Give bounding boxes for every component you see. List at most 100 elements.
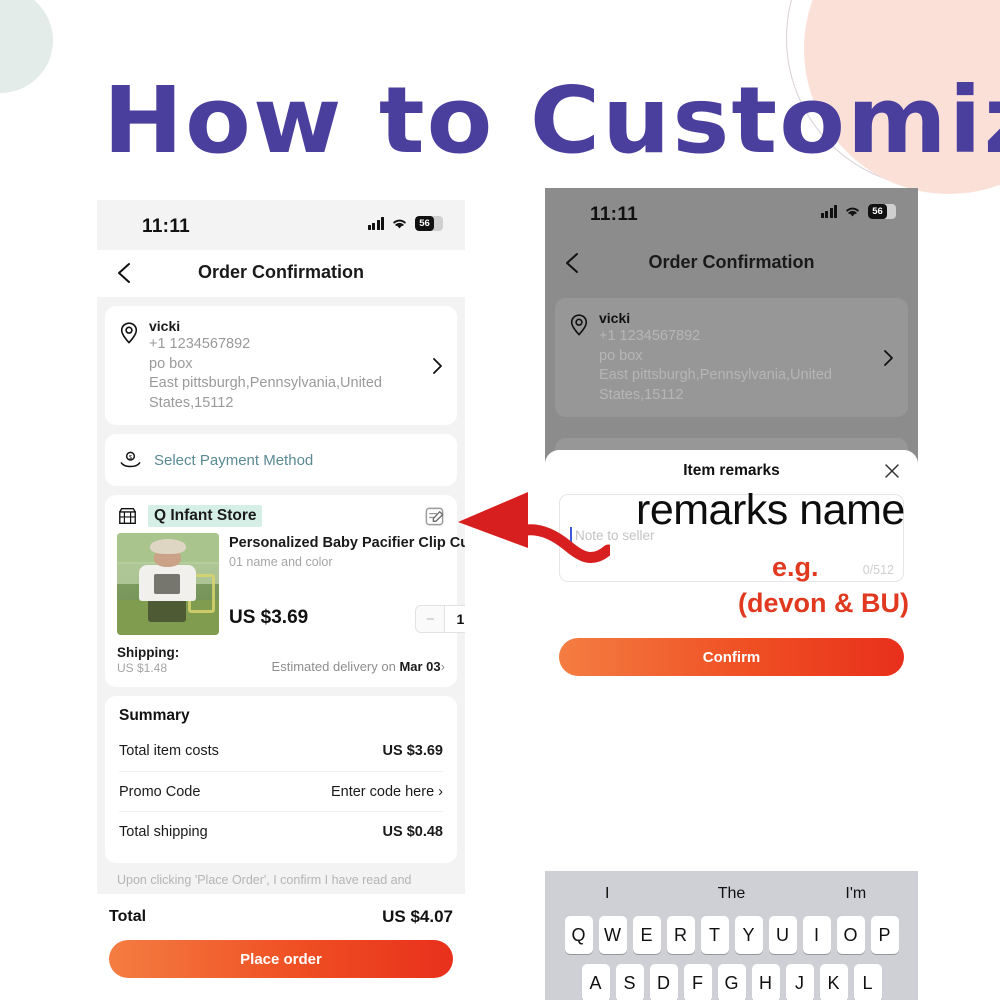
- address-card[interactable]: vicki +1 1234567892 po box East pittsbur…: [105, 306, 457, 425]
- key-o[interactable]: O: [836, 916, 865, 954]
- annotation-example-text: (devon & BU): [738, 588, 909, 618]
- status-time: 11:11: [590, 204, 638, 225]
- store-name: Q Infant Store: [148, 505, 263, 527]
- status-bar: 11:11 56: [545, 188, 918, 240]
- wifi-icon: [846, 207, 859, 217]
- shipping-eta-prefix: Estimated delivery on: [271, 659, 400, 674]
- summary-label: Promo Code: [119, 783, 201, 800]
- place-order-button[interactable]: Place order: [109, 940, 453, 978]
- footer-total-label: Total: [109, 908, 147, 925]
- location-pin-icon: [570, 314, 588, 336]
- address-name: vicki: [599, 310, 631, 326]
- product-variant: 01 name and color: [229, 555, 333, 569]
- address-name: vicki: [149, 318, 181, 334]
- summary-value: US $3.69: [382, 743, 443, 759]
- address-line3: States,15112: [599, 386, 684, 403]
- character-counter: 0/512: [862, 563, 894, 577]
- battery-icon: 56: [415, 216, 443, 231]
- order-scroll-area: vicki +1 1234567892 po box East pittsbur…: [97, 306, 465, 894]
- status-time: 11:11: [142, 216, 190, 237]
- summary-row-item-costs: Total item costs US $3.69: [119, 731, 443, 771]
- nav-bar: Order Confirmation: [97, 250, 465, 297]
- summary-row-promo-code[interactable]: Promo Code Enter code here ›: [119, 771, 443, 811]
- confirm-button[interactable]: Confirm: [559, 638, 904, 676]
- product-price: US $3.69: [229, 607, 309, 628]
- key-t[interactable]: T: [700, 916, 729, 954]
- chevron-right-icon: [884, 349, 893, 366]
- key-g[interactable]: G: [717, 964, 746, 1000]
- location-pin-icon: [120, 322, 138, 344]
- wifi-icon: [393, 219, 406, 229]
- key-u[interactable]: U: [768, 916, 797, 954]
- shipping-eta-chevron: ›: [440, 659, 445, 674]
- footer-total-value: US $4.07: [382, 907, 453, 926]
- store-product-card: Q Infant Store Personalized Baby Pacifie…: [105, 495, 465, 687]
- address-line1: po box: [599, 347, 643, 364]
- red-wavy-arrow-icon: [458, 492, 610, 563]
- key-y[interactable]: Y: [734, 916, 763, 954]
- address-card[interactable]: vicki +1 1234567892 po box East pittsbur…: [555, 298, 908, 417]
- summary-heading: Summary: [119, 707, 190, 724]
- order-disclaimer: Upon clicking 'Place Order', I confirm I…: [117, 873, 412, 887]
- signal-bars-icon: [820, 205, 837, 218]
- battery-icon: 56: [868, 204, 896, 219]
- annotation-remarks-name: remarks name: [636, 486, 905, 534]
- key-q[interactable]: Q: [564, 916, 593, 954]
- sheet-title: Item remarks: [683, 462, 780, 479]
- nav-bar: Order Confirmation: [545, 240, 918, 288]
- shipping-eta[interactable]: Estimated delivery on Mar 03›: [272, 659, 445, 675]
- status-icons: 56: [367, 216, 443, 231]
- summary-label: Total item costs: [119, 743, 219, 759]
- page-header-title: Order Confirmation: [648, 252, 815, 272]
- onscreen-keyboard: I The I'm Q W E R T Y U I O P A S D F G …: [545, 871, 918, 1000]
- confirm-button-wrapper: Confirm: [559, 630, 904, 676]
- key-h[interactable]: H: [751, 964, 780, 1000]
- sheet-header: Item remarks: [559, 462, 904, 488]
- prediction-2[interactable]: The: [669, 885, 793, 903]
- shipping-label: Shipping:: [117, 645, 180, 660]
- address-phone: +1 1234567892: [599, 328, 701, 344]
- key-w[interactable]: W: [598, 916, 627, 954]
- prediction-1[interactable]: I: [545, 885, 669, 903]
- status-icons: 56: [820, 204, 896, 219]
- quantity-decrease-button[interactable]: −: [416, 606, 444, 632]
- page-header-title: Order Confirmation: [197, 262, 364, 282]
- back-arrow-icon[interactable]: [559, 248, 589, 278]
- back-arrow-icon[interactable]: [111, 258, 141, 288]
- key-p[interactable]: P: [870, 916, 899, 954]
- key-d[interactable]: D: [649, 964, 678, 1000]
- quantity-value: 1: [444, 606, 465, 632]
- product-title: Personalized Baby Pacifier Clip Custo…: [229, 535, 465, 551]
- key-i[interactable]: I: [802, 916, 831, 954]
- shipping-eta-date: Mar 03: [399, 659, 441, 674]
- address-phone: +1 1234567892: [149, 336, 251, 352]
- key-l[interactable]: L: [853, 964, 882, 1000]
- page-title: How to Customize: [103, 67, 1000, 174]
- quantity-stepper[interactable]: − 1 +: [415, 605, 465, 633]
- prediction-3[interactable]: I'm: [794, 885, 918, 903]
- key-s[interactable]: S: [615, 964, 644, 1000]
- status-bar: 11:11 56: [97, 200, 465, 250]
- summary-value: US $0.48: [382, 823, 443, 840]
- address-line2: East pittsburgh,Pennsylvania,United: [599, 367, 832, 383]
- key-e[interactable]: E: [632, 916, 661, 954]
- key-r[interactable]: R: [666, 916, 695, 954]
- annotation-eg-label: e.g.: [772, 552, 819, 582]
- address-line2: East pittsburgh,Pennsylvania,United: [149, 375, 382, 391]
- product-row[interactable]: Personalized Baby Pacifier Clip Custo… 0…: [105, 531, 465, 641]
- summary-card: Summary Total item costs US $3.69 Promo …: [105, 696, 457, 863]
- key-j[interactable]: J: [785, 964, 814, 1000]
- key-f[interactable]: F: [683, 964, 712, 1000]
- order-footer: Total US $4.07 Place order: [97, 894, 465, 1000]
- left-phone-screen: 11:11 56 Order Confirmation vicki +1 123…: [97, 200, 465, 1000]
- shipping-row[interactable]: Shipping: US $1.48 Estimated delivery on…: [105, 641, 457, 687]
- promo-code-link[interactable]: Enter code here ›: [331, 784, 443, 800]
- keyboard-row-1: Q W E R T Y U I O P: [545, 916, 918, 954]
- payment-method-row[interactable]: $ Select Payment Method: [105, 434, 457, 486]
- decorative-mint-circle: [0, 0, 53, 93]
- key-k[interactable]: K: [819, 964, 848, 1000]
- keyboard-row-2: A S D F G H J K L: [545, 964, 918, 1000]
- store-header[interactable]: Q Infant Store: [105, 495, 457, 531]
- key-a[interactable]: A: [581, 964, 610, 1000]
- close-icon[interactable]: [882, 461, 902, 481]
